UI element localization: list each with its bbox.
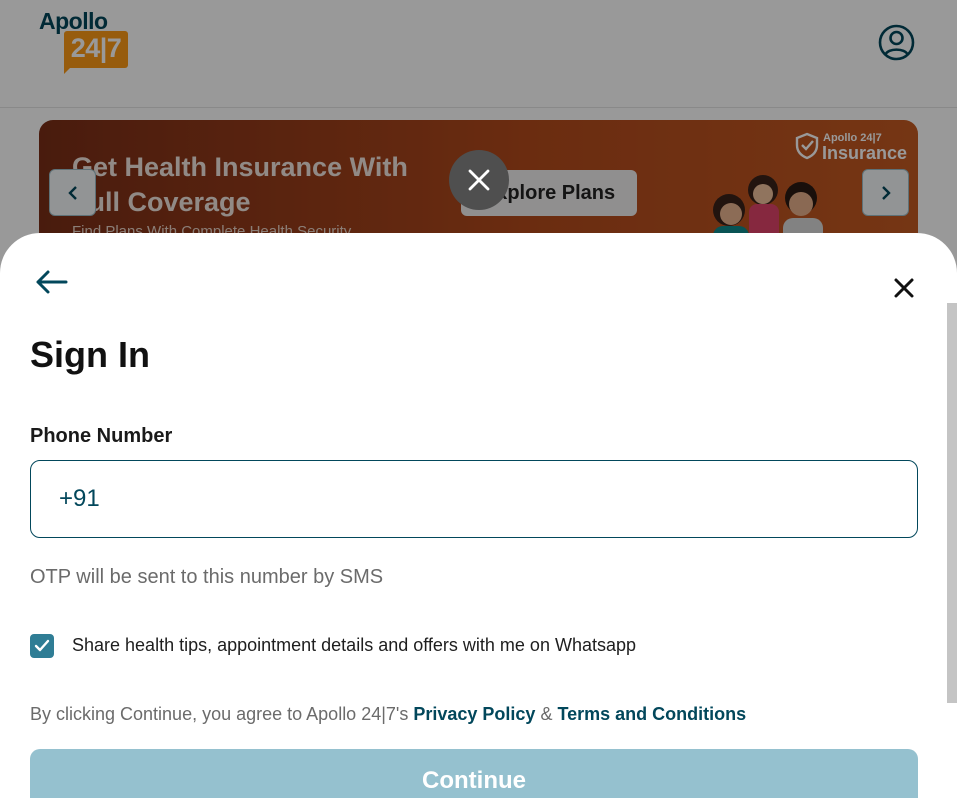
phone-number-input[interactable]: [111, 473, 901, 525]
checkmark-icon: [34, 639, 50, 652]
arrow-left-icon[interactable]: [34, 269, 68, 295]
phone-number-field[interactable]: +91: [30, 460, 918, 538]
page-title: Sign In: [30, 334, 150, 375]
continue-button[interactable]: Continue: [30, 749, 918, 798]
overlay-close-button[interactable]: [449, 150, 509, 210]
close-icon[interactable]: [893, 277, 915, 299]
terms-ampersand: &: [535, 704, 558, 724]
scrollbar-thumb[interactable]: [947, 303, 957, 703]
phone-number-label: Phone Number: [30, 425, 173, 447]
otp-helper-text: OTP will be sent to this number by SMS: [30, 566, 384, 588]
terms-and-conditions-link[interactable]: Terms and Conditions: [557, 704, 746, 724]
terms-notice: By clicking Continue, you agree to Apoll…: [30, 704, 746, 725]
sign-in-sheet: Sign In Phone Number +91 OTP will be sen…: [0, 233, 957, 798]
terms-prefix: By clicking Continue, you agree to Apoll…: [30, 704, 414, 724]
whatsapp-checkbox[interactable]: [30, 634, 54, 658]
close-icon: [468, 169, 490, 191]
privacy-policy-link[interactable]: Privacy Policy: [413, 704, 535, 724]
scrollbar[interactable]: [947, 303, 957, 703]
country-code: +91: [59, 485, 100, 512]
whatsapp-consent-label[interactable]: Share health tips, appointment details a…: [72, 635, 636, 656]
